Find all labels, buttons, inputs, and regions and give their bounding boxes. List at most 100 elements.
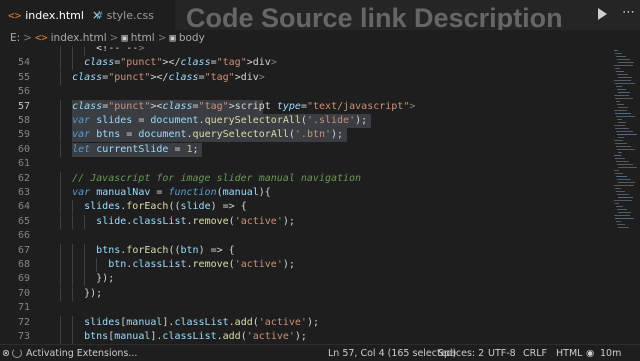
minimap-line bbox=[618, 152, 622, 153]
code-text: let currentSlide = 1; bbox=[72, 143, 199, 155]
code-line[interactable]: 68 btn.classList.remove('active'); bbox=[0, 258, 612, 272]
code-line[interactable]: 54 class="punct"></class="tag">div> bbox=[0, 56, 612, 71]
breadcrumb-html[interactable]: html bbox=[131, 32, 155, 44]
minimap-line bbox=[614, 140, 623, 141]
breadcrumb-body[interactable]: body bbox=[179, 32, 205, 44]
minimap-line bbox=[617, 224, 625, 225]
code-text: slides.forEach((slide) => { bbox=[84, 201, 247, 213]
minimap-line bbox=[615, 173, 623, 174]
line-number: 59 bbox=[17, 129, 30, 141]
code-text: <!-- --> bbox=[48, 46, 145, 54]
minimap-line bbox=[617, 104, 624, 105]
breadcrumb-separator: > bbox=[23, 32, 32, 44]
breadcrumb-drive[interactable]: E: bbox=[10, 32, 20, 44]
code-line[interactable]: 62 // Javascript for image slider manual… bbox=[0, 171, 612, 186]
code-line[interactable]: 61 bbox=[0, 157, 612, 171]
code-line[interactable]: 70 }); bbox=[0, 286, 612, 301]
minimap-line bbox=[615, 113, 631, 114]
code-line[interactable]: 73 btns[manual].classList.add('active'); bbox=[0, 330, 612, 344]
code-line[interactable]: 56 bbox=[0, 85, 612, 99]
breadcrumb: E: > <> index.html > ▣ html > ▣ body bbox=[0, 30, 640, 46]
code-text: }); bbox=[48, 273, 115, 285]
line-number: 58 bbox=[17, 115, 30, 126]
breadcrumb-file[interactable]: index.html bbox=[51, 32, 107, 44]
line-number: 63 bbox=[17, 187, 30, 198]
code-line[interactable]: 63 var manualNav = function(manual){ bbox=[0, 186, 612, 200]
tab-style-css[interactable]: # style.css bbox=[88, 0, 178, 30]
minimap-line bbox=[614, 170, 619, 171]
line-number: 65 bbox=[17, 215, 30, 227]
minimap-line bbox=[616, 101, 620, 102]
code-line[interactable]: 55 class="punct"></class="tag">div> bbox=[0, 70, 612, 85]
indentation[interactable]: Spaces: 2 bbox=[438, 348, 484, 359]
code-text: class="punct"><class="tag">script type="… bbox=[72, 100, 416, 112]
code-text: btns[manual].classList.add('active'); bbox=[84, 331, 307, 342]
status-activity: Activating Extensions... bbox=[26, 348, 138, 359]
code-line[interactable]: 59 var btns = document.querySelectorAll(… bbox=[0, 128, 612, 143]
code-line[interactable]: 64 slides.forEach((slide) => { bbox=[0, 200, 612, 215]
minimap-line bbox=[614, 110, 627, 111]
line-number: 73 bbox=[17, 331, 30, 342]
code-line[interactable]: 57 class="punct"><class="tag">script typ… bbox=[0, 99, 612, 114]
minimap-line bbox=[617, 134, 637, 135]
status-bar: ⊗ 0 Activating Extensions... Ln 57, Col … bbox=[0, 344, 640, 361]
minimap-line bbox=[617, 164, 633, 165]
minimap-line bbox=[616, 206, 623, 207]
encoding[interactable]: UTF-8 bbox=[488, 348, 516, 359]
minimap-line bbox=[618, 122, 626, 123]
code-line[interactable]: 71 bbox=[0, 301, 612, 315]
code-text: class="punct"></class="tag">div> bbox=[84, 57, 277, 69]
line-ending[interactable]: CRLF bbox=[523, 348, 547, 359]
minimap-line bbox=[614, 155, 621, 156]
line-number: 67 bbox=[17, 244, 30, 256]
minimap-line bbox=[616, 86, 622, 87]
language-mode[interactable]: HTML bbox=[556, 348, 582, 359]
minimap-line bbox=[618, 137, 624, 138]
minimap-line bbox=[618, 227, 629, 228]
errors-icon[interactable]: ⊗ bbox=[2, 348, 10, 359]
minimap-line bbox=[618, 62, 634, 63]
line-number: 71 bbox=[17, 302, 30, 314]
line-number: 66 bbox=[17, 230, 30, 242]
broadcast-icon[interactable]: ◉ bbox=[586, 348, 594, 359]
minimap-line bbox=[615, 218, 634, 219]
code-line[interactable]: 65 slide.classList.remove('active'); bbox=[0, 214, 612, 229]
minimap-line bbox=[617, 209, 627, 210]
code-line[interactable]: 58 var slides = document.querySelectorAl… bbox=[0, 114, 612, 128]
code-line[interactable]: 66 bbox=[0, 229, 612, 243]
more-actions-icon[interactable]: ⋯ bbox=[622, 5, 635, 20]
minimap-line bbox=[616, 161, 629, 162]
minimap-line bbox=[617, 59, 630, 60]
minimap-line bbox=[615, 98, 633, 99]
go-live-status[interactable]: 10m bbox=[600, 348, 621, 359]
code-line[interactable]: 69 }); bbox=[0, 272, 612, 287]
minimap-line bbox=[618, 212, 631, 213]
minimap-line bbox=[617, 119, 622, 120]
minimap-line bbox=[614, 95, 629, 96]
code-text: var btns = document.querySelectorAll('.b… bbox=[72, 129, 344, 141]
code-editor[interactable]: <!-- --> 54 class="punct"></class="tag">d… bbox=[0, 46, 612, 344]
breadcrumb-separator: > bbox=[157, 32, 167, 44]
line-number: 69 bbox=[17, 273, 30, 285]
minimap-line bbox=[615, 68, 620, 69]
minimap-line bbox=[614, 80, 631, 81]
code-text: var manualNav = function(manual){ bbox=[72, 187, 271, 198]
line-number: 55 bbox=[17, 71, 30, 83]
line-number: 57 bbox=[17, 100, 30, 112]
minimap-line bbox=[616, 131, 633, 132]
run-icon[interactable] bbox=[598, 8, 607, 20]
minimap[interactable] bbox=[612, 46, 640, 344]
code-line[interactable]: 67 btns.forEach((btn) => { bbox=[0, 243, 612, 258]
minimap-line bbox=[616, 56, 626, 57]
minimap-line bbox=[616, 191, 625, 192]
minimap-line bbox=[618, 107, 628, 108]
minimap-line bbox=[617, 194, 629, 195]
code-line[interactable]: <!-- --> bbox=[0, 46, 612, 56]
code-line[interactable]: 72 slides[manual].classList.add('active'… bbox=[0, 315, 612, 330]
code-text: var slides = document.querySelectorAll('… bbox=[72, 115, 368, 126]
minimap-line bbox=[617, 89, 626, 90]
minimap-line bbox=[615, 83, 635, 84]
minimap-line bbox=[617, 179, 631, 180]
code-line[interactable]: 60 let currentSlide = 1; bbox=[0, 142, 612, 157]
minimap-line bbox=[616, 221, 621, 222]
